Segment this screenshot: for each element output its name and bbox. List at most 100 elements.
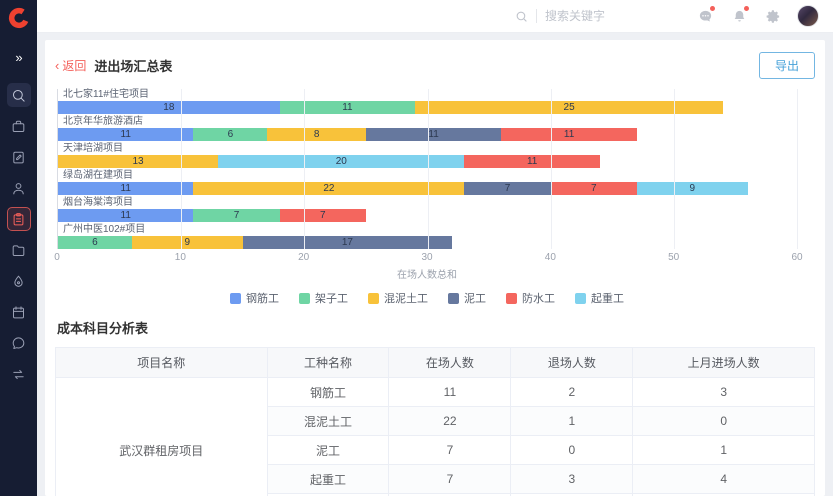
chart-bar-row: 绿岛湖在建项目1122779 — [58, 170, 797, 195]
legend-swatch — [506, 293, 517, 304]
chart-bar-row: 烟台海棠湾项目1177 — [58, 197, 797, 222]
legend-label: 起重工 — [591, 290, 624, 306]
bar-segment-泥工: 17 — [243, 236, 452, 249]
table-cell: 混泥土工 — [267, 407, 389, 436]
bar-track: 1177 — [58, 209, 797, 222]
bar-segment-防水工: 11 — [464, 155, 599, 168]
back-link[interactable]: ‹ 返回 — [55, 57, 86, 74]
table-cell: 起重工 — [267, 465, 389, 494]
sidebar-item-search[interactable] — [7, 83, 31, 107]
x-axis-ticks: 0102030405060 — [57, 252, 797, 265]
sidebar-item-reports[interactable] — [7, 207, 31, 231]
legend-swatch — [448, 293, 459, 304]
chat-icon — [11, 336, 26, 351]
avatar[interactable] — [797, 5, 819, 27]
legend-label: 泥工 — [464, 290, 486, 306]
legend-label: 钢筋工 — [246, 290, 279, 306]
sidebar-item-labor[interactable] — [7, 176, 31, 200]
search-divider — [536, 9, 537, 23]
calendar-icon — [11, 305, 26, 320]
chart-bar-row: 北京年华旅游酒店11681111 — [58, 116, 797, 141]
cost-table-section: 成本科目分析表 项目名称工种名称在场人数退场人数上月进场人数 武汉群租房项目钢筋… — [55, 318, 815, 496]
chart-bar-row: 北七家11#住宅项目181125 — [58, 89, 797, 114]
bar-segment-起重工: 20 — [218, 155, 464, 168]
project-label: 绿岛湖在建项目 — [63, 170, 797, 181]
sidebar: » — [0, 0, 37, 496]
table-cell: 1 — [511, 407, 633, 436]
legend-item-钢筋工[interactable]: 钢筋工 — [230, 290, 279, 306]
project-label: 北七家11#住宅项目 — [63, 89, 797, 100]
user-icon — [11, 181, 26, 196]
bar-segment-混泥土工: 8 — [267, 128, 366, 141]
legend-item-起重工[interactable]: 起重工 — [575, 290, 624, 306]
cost-analysis-table: 项目名称工种名称在场人数退场人数上月进场人数 武汉群租房项目钢筋工1123混泥土… — [55, 347, 815, 496]
logo-c-icon — [8, 7, 30, 29]
x-tick: 40 — [545, 252, 556, 263]
exchange-icon — [11, 367, 26, 382]
bar-segment-钢筋工: 11 — [58, 182, 193, 195]
sidebar-item-files[interactable] — [7, 238, 31, 262]
app-logo — [0, 0, 37, 36]
legend-item-防水工[interactable]: 防水工 — [506, 290, 555, 306]
entry-exit-chart: 北七家11#住宅项目181125北京年华旅游酒店11681111天津培湖项目13… — [57, 89, 797, 306]
table-cell: 11 — [389, 378, 511, 407]
page-head: ‹ 返回 进出场汇总表 导出 — [55, 52, 815, 79]
search-icon — [515, 10, 528, 23]
legend-swatch — [368, 293, 379, 304]
bar-track: 11681111 — [58, 128, 797, 141]
table-cell: 3 — [511, 465, 633, 494]
briefcase-icon — [11, 119, 26, 134]
bar-segment-钢筋工: 11 — [58, 128, 193, 141]
legend-label: 混泥土工 — [384, 290, 428, 306]
project-label: 烟台海棠湾项目 — [63, 197, 797, 208]
bar-segment-泥工: 11 — [366, 128, 501, 141]
table-cell: 0 — [511, 436, 633, 465]
back-label: 返回 — [62, 57, 86, 74]
bar-rows: 北七家11#住宅项目181125北京年华旅游酒店11681111天津培湖项目13… — [58, 89, 797, 249]
sidebar-item-transfer[interactable] — [7, 362, 31, 386]
table-cell: 钢筋工 — [267, 378, 389, 407]
bar-segment-钢筋工: 11 — [58, 209, 193, 222]
search-input[interactable] — [545, 9, 655, 23]
legend-swatch — [575, 293, 586, 304]
sidebar-collapse-button[interactable]: » — [15, 50, 21, 65]
sidebar-item-approvals[interactable] — [7, 145, 31, 169]
sidebar-item-messages[interactable] — [7, 331, 31, 355]
table-cell: 4 — [633, 465, 815, 494]
bar-segment-混泥土工: 9 — [132, 236, 243, 249]
bar-segment-混泥土工: 13 — [58, 155, 218, 168]
table-column-header: 在场人数 — [389, 348, 511, 378]
table-cell: 1 — [633, 436, 815, 465]
bar-track: 181125 — [58, 101, 797, 114]
table-cell: 泥工 — [267, 436, 389, 465]
table-cell: 2 — [511, 378, 633, 407]
clipboard-icon — [11, 212, 26, 227]
bar-segment-起重工: 9 — [637, 182, 748, 195]
gear-icon[interactable] — [763, 6, 783, 26]
bar-segment-架子工: 11 — [280, 101, 415, 114]
table-header-row: 项目名称工种名称在场人数退场人数上月进场人数 — [56, 348, 815, 378]
bar-segment-防水工: 7 — [551, 182, 637, 195]
app-root: » — [0, 0, 833, 496]
x-tick: 10 — [175, 252, 186, 263]
bell-icon[interactable] — [729, 6, 749, 26]
legend-item-泥工[interactable]: 泥工 — [448, 290, 486, 306]
message-icon[interactable] — [695, 6, 715, 26]
sidebar-item-projects[interactable] — [7, 114, 31, 138]
gridline — [797, 89, 798, 249]
legend-item-架子工[interactable]: 架子工 — [299, 290, 348, 306]
bar-segment-架子工: 7 — [193, 209, 279, 222]
table-cell: 0 — [633, 407, 815, 436]
legend-item-混泥土工[interactable]: 混泥土工 — [368, 290, 428, 306]
content-column: ‹ 返回 进出场汇总表 导出 北七家11#住宅项目181125北京年华旅游酒店1… — [37, 0, 833, 496]
project-label: 广州中医102#项目 — [63, 224, 797, 235]
table-title: 成本科目分析表 — [57, 318, 815, 337]
sidebar-item-schedule[interactable] — [7, 300, 31, 324]
sidebar-item-materials[interactable] — [7, 269, 31, 293]
topbar-search — [515, 9, 655, 23]
table-cell: 7 — [389, 436, 511, 465]
chart-bar-row: 天津培湖项目132011 — [58, 143, 797, 168]
export-button[interactable]: 导出 — [759, 52, 815, 79]
table-column-header: 工种名称 — [267, 348, 389, 378]
x-tick: 50 — [668, 252, 679, 263]
